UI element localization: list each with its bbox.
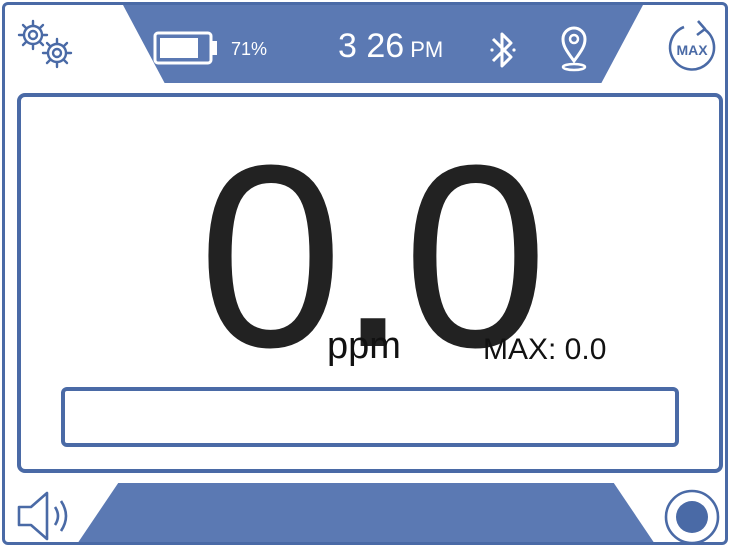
bluetooth-icon: [489, 27, 517, 73]
speaker-icon: [17, 491, 68, 541]
location-pin-icon: [559, 25, 589, 73]
record-button[interactable]: [660, 487, 724, 542]
reading-panel: 0.0 ppm MAX: 0.0: [17, 93, 723, 473]
speaker-button[interactable]: [15, 489, 79, 542]
record-icon: [664, 489, 720, 542]
clock: 3 26 PM: [338, 27, 443, 66]
reading-level-bar: [61, 387, 679, 447]
max-button-label: MAX: [676, 42, 708, 58]
max-reset-button[interactable]: MAX: [660, 19, 724, 79]
clock-ampm: PM: [410, 37, 444, 62]
device-screen: 71% 3 26 PM MAX 0.0 ppm MAX: 0.0: [2, 2, 728, 545]
battery-percent: 71%: [231, 39, 268, 59]
max-readout: MAX: 0.0: [483, 333, 607, 366]
reading-unit: ppm: [327, 325, 401, 367]
battery-icon: [153, 31, 219, 65]
bottom-bar: [71, 483, 661, 542]
settings-button[interactable]: [13, 17, 79, 71]
clock-time: 3 26: [338, 27, 405, 65]
gears-icon: [17, 19, 73, 69]
